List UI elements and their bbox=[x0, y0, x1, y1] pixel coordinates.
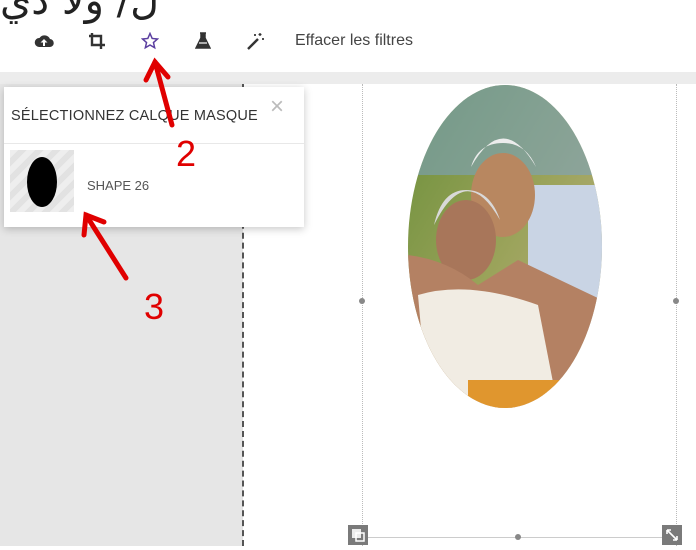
annotation-arrows bbox=[81, 57, 175, 281]
annotation-label-2: 2 bbox=[176, 133, 197, 174]
arrow-3-icon bbox=[81, 211, 129, 281]
annotation-label-3: 3 bbox=[144, 286, 165, 327]
arrow-2-icon bbox=[143, 57, 175, 128]
